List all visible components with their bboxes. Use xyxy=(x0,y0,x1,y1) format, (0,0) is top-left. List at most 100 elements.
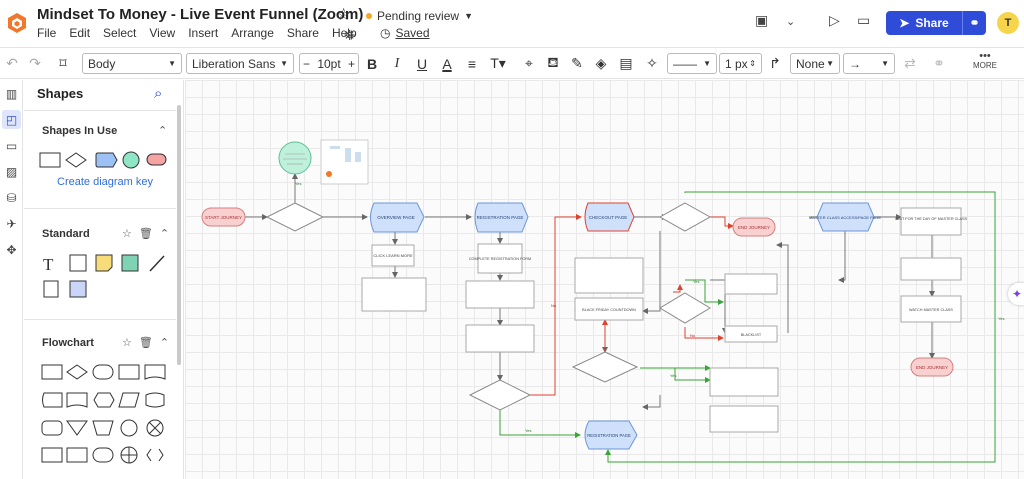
fc-connector[interactable] xyxy=(120,419,138,437)
swap-icon[interactable]: ⇄ xyxy=(901,53,919,74)
templates-icon[interactable]: ▭ xyxy=(2,136,21,155)
fc-process[interactable] xyxy=(41,364,63,380)
shape-terminator[interactable] xyxy=(146,153,167,166)
fc-data[interactable] xyxy=(118,392,140,408)
image-icon[interactable]: ▨ xyxy=(2,162,21,181)
star-icon[interactable]: ☆ xyxy=(336,5,351,25)
automation-step[interactable] xyxy=(361,277,427,312)
shape-display[interactable] xyxy=(95,152,118,168)
automation-step[interactable] xyxy=(900,257,962,281)
trash-icon[interactable]: 🗑︎ xyxy=(139,227,153,240)
italic-icon[interactable]: I xyxy=(388,53,406,74)
fc-preparation[interactable] xyxy=(93,392,115,408)
chevron-up-icon[interactable]: ⌃ xyxy=(158,124,167,137)
shape-diamond[interactable] xyxy=(65,152,87,168)
line-style-select[interactable]: —— ▼ xyxy=(667,53,717,74)
link-icon[interactable]: ⚭ xyxy=(930,53,948,74)
yes-connector[interactable] xyxy=(645,367,711,383)
shapes-icon[interactable]: ◰ xyxy=(2,110,21,129)
decision-node[interactable] xyxy=(265,202,325,232)
automation-step[interactable] xyxy=(465,324,535,353)
format-painter-icon[interactable]: ⌑ xyxy=(54,53,72,74)
menu-select[interactable]: Select xyxy=(103,26,136,40)
line-color-icon[interactable]: ✎ xyxy=(568,53,586,74)
chevron-up-icon[interactable]: ⌃ xyxy=(160,336,169,349)
fc-manual-op[interactable] xyxy=(92,420,114,436)
automation-step[interactable] xyxy=(709,367,779,397)
diagram-canvas[interactable]: START JOURNEY Yes OVERVIEW PAGE CLICK LE… xyxy=(185,80,1024,479)
pages-icon[interactable]: ▥ xyxy=(2,84,21,103)
shape-circle[interactable] xyxy=(122,151,140,169)
fc-merge[interactable] xyxy=(66,420,88,436)
video-call-icon[interactable]: ▭ xyxy=(857,12,870,29)
menu-edit[interactable]: Edit xyxy=(69,26,90,40)
font-size-stepper[interactable]: − 10pt + xyxy=(299,53,359,74)
rocket-icon[interactable]: ✈ xyxy=(2,214,21,233)
automation-step[interactable] xyxy=(574,257,644,294)
review-status[interactable]: Pending review ▼ xyxy=(366,9,473,23)
shape-text[interactable]: T xyxy=(43,255,54,274)
automation-step[interactable] xyxy=(465,280,535,309)
fc-direct-data[interactable] xyxy=(41,420,63,436)
data-icon[interactable]: ⛁ xyxy=(2,188,21,207)
wait-step[interactable] xyxy=(900,207,962,236)
shape-list[interactable] xyxy=(43,280,59,298)
style-icon[interactable]: ▤ xyxy=(617,53,635,74)
menu-share[interactable]: Share xyxy=(287,26,319,40)
create-diagram-key-link[interactable]: Create diagram key xyxy=(57,176,153,188)
text-style-select[interactable]: Body ▼ xyxy=(82,53,182,74)
section-flowchart[interactable]: Flowchart xyxy=(42,337,94,349)
yes-connector[interactable] xyxy=(499,410,581,438)
shape-line[interactable] xyxy=(149,255,165,272)
line-width-stepper[interactable]: 1 px ⇕ xyxy=(719,53,762,74)
line-type-icon[interactable]: ↱ xyxy=(766,53,784,74)
chevron-down-icon[interactable]: ⌄ xyxy=(786,15,795,28)
fc-manual-input[interactable] xyxy=(41,447,63,463)
star-icon[interactable]: ☆ xyxy=(122,336,132,349)
bold-icon[interactable]: B xyxy=(363,53,381,74)
align-icon[interactable]: ≡ xyxy=(463,53,481,74)
line-end-select[interactable]: → ▼ xyxy=(843,53,895,74)
present-icon[interactable]: ▷ xyxy=(829,12,840,29)
automation-step[interactable] xyxy=(724,273,778,295)
magic-wand-icon[interactable]: ✧ xyxy=(643,53,661,74)
opacity-icon[interactable]: ◈ xyxy=(592,53,610,74)
connector[interactable] xyxy=(642,395,661,410)
text-options-icon[interactable]: T▾ xyxy=(489,53,507,74)
fc-annotation[interactable] xyxy=(146,448,164,462)
fc-delay[interactable] xyxy=(92,447,114,463)
shape-block[interactable] xyxy=(69,254,87,272)
share-main-button[interactable]: ➤ Share xyxy=(886,16,962,30)
section-shapes-in-use[interactable]: Shapes In Use xyxy=(42,125,117,137)
connector[interactable] xyxy=(642,231,661,314)
ai-assistant-icon[interactable]: ✦ xyxy=(1008,283,1024,305)
chevron-up-icon[interactable]: ⌃ xyxy=(160,227,169,240)
menu-arrange[interactable]: Arrange xyxy=(231,26,274,40)
shape-video[interactable] xyxy=(69,280,87,298)
share-button[interactable]: ➤ Share ⚭ xyxy=(886,11,986,35)
connector[interactable] xyxy=(710,279,728,334)
app-logo-icon[interactable] xyxy=(7,12,27,34)
star-icon[interactable]: ☆ xyxy=(122,227,132,240)
comment-icon[interactable]: ▣ xyxy=(755,12,768,29)
shape-note[interactable] xyxy=(95,254,113,272)
decision-node[interactable] xyxy=(468,379,532,411)
fc-terminator[interactable] xyxy=(92,364,114,380)
fc-decision[interactable] xyxy=(66,364,88,380)
redo-icon[interactable]: ↷ xyxy=(26,53,44,74)
no-connector[interactable] xyxy=(673,284,683,293)
increase-font-icon[interactable]: + xyxy=(348,57,355,71)
trash-icon[interactable]: 🗑︎ xyxy=(139,336,153,349)
integrations-icon[interactable]: ✥ xyxy=(2,240,21,259)
undo-icon[interactable]: ↶ xyxy=(3,53,21,74)
panel-scrollbar[interactable] xyxy=(177,105,181,365)
fill-color-icon[interactable]: ⛾ xyxy=(544,53,562,74)
decrease-font-icon[interactable]: − xyxy=(303,57,310,71)
section-standard[interactable]: Standard xyxy=(42,228,90,240)
fc-subprocess[interactable] xyxy=(118,364,140,380)
decision-node[interactable] xyxy=(659,292,711,324)
avatar[interactable]: T xyxy=(997,12,1019,34)
menu-view[interactable]: View xyxy=(149,26,175,40)
menu-file[interactable]: File xyxy=(37,26,56,40)
position-icon[interactable]: ⌖ xyxy=(520,53,538,74)
